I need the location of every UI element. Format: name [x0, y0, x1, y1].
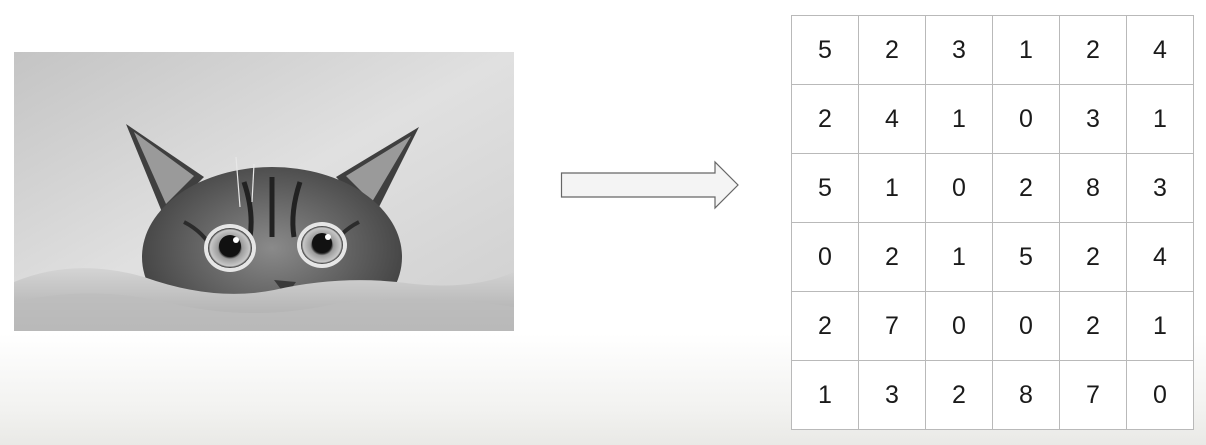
matrix-cell: 1: [1126, 84, 1194, 154]
matrix-cell: 2: [791, 84, 859, 154]
matrix-cell: 0: [925, 291, 993, 361]
matrix-cell: 2: [1059, 222, 1127, 292]
pixel-value-matrix: 523124241031510283021524270021132870: [791, 15, 1194, 430]
matrix-cell: 7: [858, 291, 926, 361]
matrix-cell: 1: [925, 84, 993, 154]
matrix-cell: 3: [925, 15, 993, 85]
matrix-cell: 4: [858, 84, 926, 154]
matrix-row: 270021: [791, 291, 1194, 361]
matrix-cell: 0: [992, 84, 1060, 154]
right-arrow-icon: [560, 160, 740, 210]
matrix-cell: 2: [858, 15, 926, 85]
matrix-cell: 1: [992, 15, 1060, 85]
matrix-cell: 8: [1059, 153, 1127, 223]
matrix-cell: 7: [1059, 360, 1127, 430]
matrix-cell: 2: [1059, 291, 1127, 361]
matrix-cell: 2: [925, 360, 993, 430]
matrix-cell: 1: [1126, 291, 1194, 361]
matrix-cell: 1: [791, 360, 859, 430]
matrix-cell: 2: [1059, 15, 1127, 85]
matrix-cell: 5: [791, 153, 859, 223]
matrix-cell: 4: [1126, 15, 1194, 85]
matrix-row: 510283: [791, 153, 1194, 223]
matrix-cell: 0: [791, 222, 859, 292]
matrix-cell: 3: [1126, 153, 1194, 223]
matrix-cell: 5: [791, 15, 859, 85]
matrix-cell: 4: [1126, 222, 1194, 292]
matrix-cell: 1: [925, 222, 993, 292]
matrix-cell: 2: [992, 153, 1060, 223]
matrix-cell: 1: [858, 153, 926, 223]
matrix-cell: 8: [992, 360, 1060, 430]
cat-photo: [14, 52, 514, 331]
matrix-cell: 5: [992, 222, 1060, 292]
matrix-cell: 2: [791, 291, 859, 361]
matrix-row: 241031: [791, 84, 1194, 154]
matrix-row: 021524: [791, 222, 1194, 292]
matrix-cell: 0: [925, 153, 993, 223]
matrix-cell: 3: [1059, 84, 1127, 154]
matrix-row: 523124: [791, 15, 1194, 85]
matrix-cell: 3: [858, 360, 926, 430]
matrix-cell: 0: [992, 291, 1060, 361]
matrix-row: 132870: [791, 360, 1194, 430]
matrix-cell: 0: [1126, 360, 1194, 430]
matrix-cell: 2: [858, 222, 926, 292]
